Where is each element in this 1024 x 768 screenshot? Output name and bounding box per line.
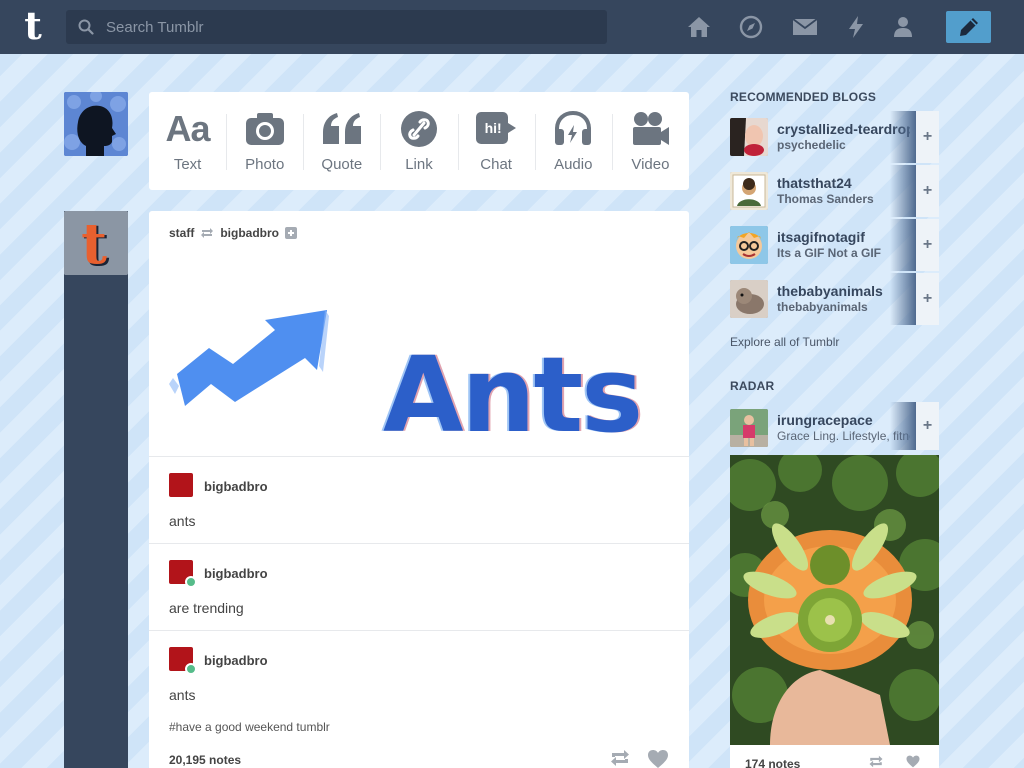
- reblogger-name[interactable]: bigbadbro: [204, 653, 268, 668]
- post-type-label: Audio: [554, 156, 593, 173]
- post-type-link[interactable]: Link: [380, 92, 457, 190]
- search-icon: [78, 19, 94, 35]
- reblog-text: ants: [169, 513, 196, 529]
- post-type-text[interactable]: Aa Text: [149, 92, 226, 190]
- follow-button[interactable]: +: [916, 111, 939, 163]
- reblog-badge-icon: [185, 663, 197, 675]
- post-header: staff bigbadbro: [169, 226, 298, 240]
- camera-icon: [243, 110, 287, 148]
- recommended-blog[interactable]: crystallized-teardrops psychedelic +: [730, 111, 939, 163]
- post-type-video[interactable]: Video: [611, 92, 689, 190]
- home-icon[interactable]: [686, 14, 712, 40]
- recommended-blog[interactable]: thatsthat24 Thomas Sanders +: [730, 165, 939, 217]
- radar-title: RADAR: [730, 379, 775, 393]
- post-type-bar: Aa Text Photo Quote Link hi! Chat Audio: [149, 92, 689, 190]
- radar-notes-count[interactable]: 174 notes: [745, 757, 800, 768]
- reblogger-avatar[interactable]: [169, 473, 193, 497]
- search-input[interactable]: [106, 10, 596, 44]
- follow-button[interactable]: +: [916, 219, 939, 271]
- compose-button[interactable]: [946, 11, 991, 43]
- fade-overlay: [890, 111, 916, 163]
- follow-button[interactable]: +: [916, 402, 939, 450]
- post-type-label: Text: [173, 156, 202, 173]
- reblog-entry: bigbadbro ants: [149, 630, 689, 720]
- blog-avatar: [730, 118, 768, 156]
- staff-avatar[interactable]: t t: [64, 211, 128, 275]
- post-type-label: Quote: [321, 156, 363, 173]
- person-icon[interactable]: [890, 14, 916, 40]
- recommended-blog[interactable]: itsagifnotagif Its a GIF Not a GIF +: [730, 219, 939, 271]
- follow-button[interactable]: +: [916, 165, 939, 217]
- post-avatar-column: [64, 211, 128, 768]
- ants-image-text: Ants: [383, 334, 643, 456]
- fade-overlay: [890, 219, 916, 271]
- top-bar: t: [0, 0, 1024, 54]
- quote-icon: [320, 110, 364, 148]
- post-type-label: Link: [405, 156, 433, 173]
- post-actions: [609, 749, 669, 768]
- reblogger-name[interactable]: bigbadbro: [204, 566, 268, 581]
- reblog-icon[interactable]: [866, 755, 886, 768]
- recommended-blogs-title: RECOMMENDED BLOGS: [730, 90, 877, 104]
- post-type-label: Chat: [480, 156, 512, 173]
- recommended-blog[interactable]: thebabyanimals thebabyanimals +: [730, 273, 939, 325]
- reblog-icon[interactable]: [609, 749, 631, 767]
- post-type-label: Photo: [245, 156, 285, 173]
- post-notes-count[interactable]: 20,195 notes: [169, 753, 241, 767]
- reblog-entry: bigbadbro are trending: [149, 543, 689, 630]
- heart-icon[interactable]: [904, 755, 922, 768]
- blog-avatar: [730, 409, 768, 447]
- follow-button[interactable]: +: [916, 273, 939, 325]
- explore-link[interactable]: Explore all of Tumblr: [730, 335, 839, 349]
- post-author[interactable]: staff: [169, 226, 194, 240]
- reblog-text: are trending: [169, 600, 244, 616]
- headphones-icon: [551, 110, 595, 148]
- fade-overlay: [890, 402, 916, 450]
- follow-plus-icon[interactable]: [285, 227, 298, 239]
- post-tags[interactable]: #have a good weekend tumblr: [169, 720, 330, 734]
- reblog-icon: [201, 228, 214, 238]
- text-icon: Aa: [165, 108, 211, 149]
- search-box[interactable]: [66, 10, 607, 44]
- post-image: Ants: [149, 256, 689, 456]
- link-icon: [397, 110, 441, 148]
- post-type-photo[interactable]: Photo: [226, 92, 303, 190]
- compass-icon[interactable]: [738, 14, 764, 40]
- reblog-text: ants: [169, 687, 196, 703]
- reblogger-avatar[interactable]: [169, 647, 197, 675]
- pencil-icon: [959, 18, 978, 36]
- reblogger-name[interactable]: bigbadbro: [204, 479, 268, 494]
- blog-avatar: [730, 172, 768, 210]
- heart-icon[interactable]: [647, 749, 669, 768]
- fade-overlay: [890, 273, 916, 325]
- radar-post-image[interactable]: [730, 455, 939, 745]
- chat-icon: hi!: [474, 110, 518, 148]
- reblogger-avatar[interactable]: [169, 560, 197, 588]
- post-type-chat[interactable]: hi! Chat: [457, 92, 535, 190]
- mail-icon[interactable]: [792, 14, 818, 40]
- dashboard-post: staff bigbadbro Ants bigbadbro ants bigb…: [149, 211, 689, 768]
- blog-avatar: [730, 226, 768, 264]
- radar-blog[interactable]: irungracepace Grace Ling. Lifestyle, fit…: [730, 402, 939, 452]
- reblog-entry: bigbadbro ants: [149, 456, 689, 543]
- svg-text:t: t: [81, 211, 107, 275]
- reblog-badge-icon: [185, 576, 197, 588]
- tumblr-logo[interactable]: t: [18, 7, 48, 45]
- lightning-icon[interactable]: [843, 14, 869, 40]
- post-type-label: Video: [631, 156, 670, 173]
- post-type-quote[interactable]: Quote: [303, 92, 380, 190]
- user-avatar[interactable]: [64, 92, 128, 156]
- post-type-audio[interactable]: Audio: [534, 92, 612, 190]
- reblogged-from[interactable]: bigbadbro: [220, 226, 279, 240]
- blog-avatar: [730, 280, 768, 318]
- fade-overlay: [890, 165, 916, 217]
- video-camera-icon: [628, 110, 672, 148]
